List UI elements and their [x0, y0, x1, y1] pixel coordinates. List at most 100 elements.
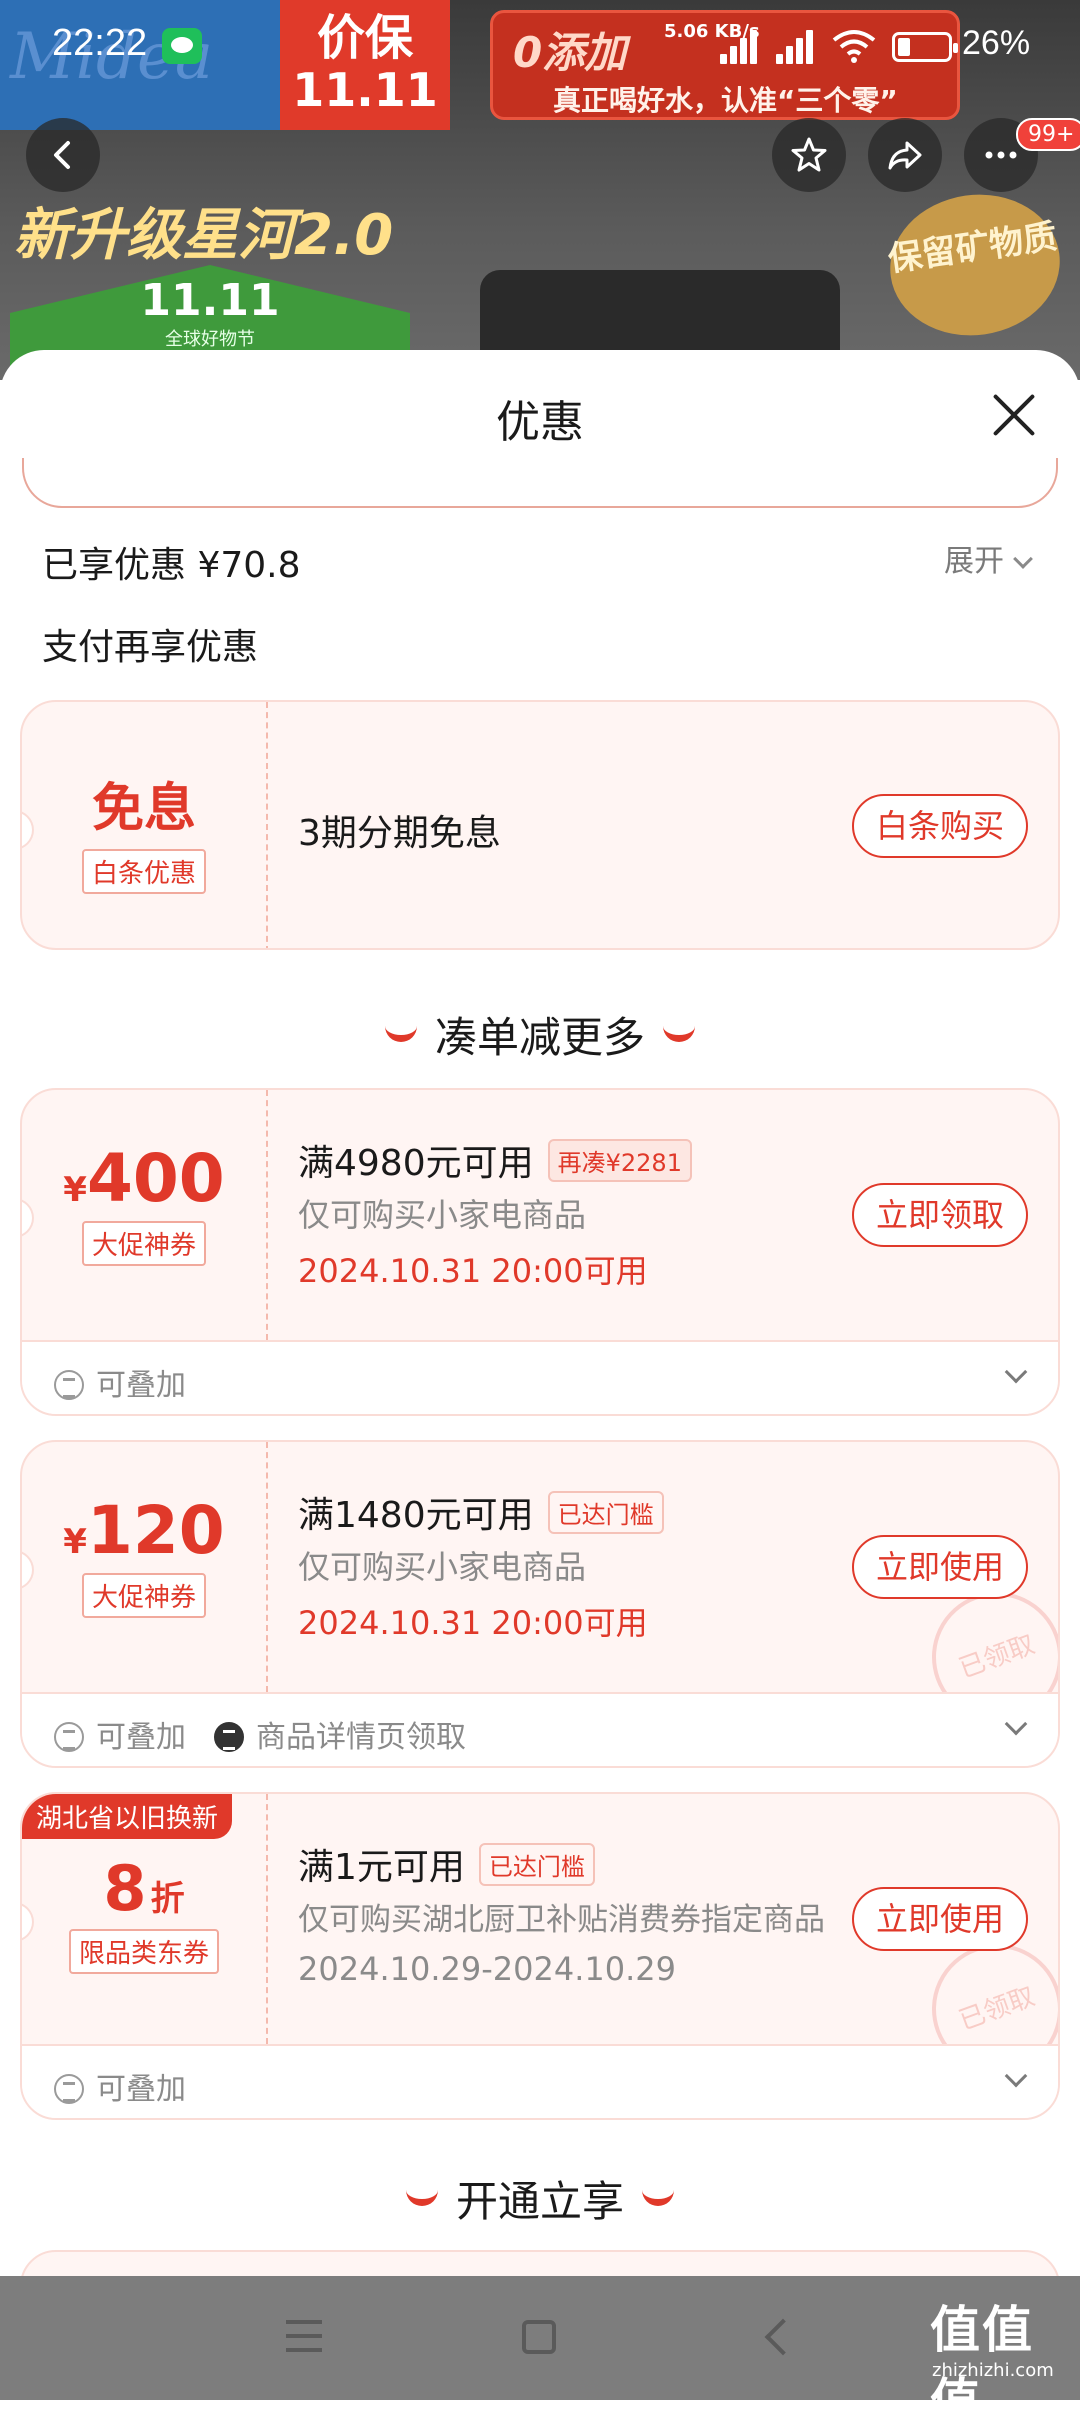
saved-discount-text: 已享优惠 ¥70.8 — [42, 545, 301, 586]
expand-toggle[interactable]: 展开 — [944, 536, 1033, 580]
coupon-main: 满1元可用 已达门槛 仅可购买湖北厨卫补贴消费券指定商品 2024.10.29-2… — [298, 1794, 858, 2044]
card-left: 免息 白条优惠 — [22, 702, 266, 948]
coupon-card: 已领取 ¥120 大促神券 满1480元可用 已达门槛 仅可购买小家电商品 202… — [20, 1440, 1060, 1768]
coupon-badge: 再凑¥2281 — [547, 1139, 692, 1182]
coupon-condition: 满1480元可用 已达门槛 — [298, 1486, 664, 1538]
decor-smile-icon — [663, 1026, 695, 1042]
pay-more-label: 支付再享优惠 — [42, 627, 259, 668]
coupon-left: ¥120 大促神券 — [22, 1442, 266, 1692]
claim-button[interactable]: 立即领取 — [851, 1183, 1028, 1247]
coupon-amount: 400 — [86, 1140, 225, 1217]
message-count-badge: 99+ — [1016, 118, 1080, 151]
coupon-time: 2024.10.31 20:00可用 — [298, 1604, 648, 1642]
system-nav-bar — [0, 2276, 1080, 2400]
star-icon — [791, 137, 827, 172]
condition-text: 满1元可用 — [298, 1847, 465, 1888]
coupon-value: 8折 — [22, 1852, 266, 1925]
coupon-amount: 8 — [103, 1852, 147, 1925]
coupon-scope: 仅可购买湖北厨卫补贴消费券指定商品 — [298, 1902, 825, 1938]
back-icon[interactable] — [764, 2318, 802, 2356]
more-dots-icon — [985, 151, 1017, 159]
section-title-text: 凑单减更多 — [434, 1013, 645, 1062]
status-time: 22:22 — [52, 22, 148, 64]
decor-smile-icon — [384, 1026, 417, 1042]
interest-free-text: 免息 — [91, 779, 196, 839]
coupon-amount: 120 — [86, 1492, 225, 1569]
wifi-icon — [832, 30, 876, 63]
discount-unit: 折 — [150, 1879, 185, 1919]
festival-title: 11.11 — [140, 275, 280, 326]
site-watermark-url: zhizhizhi.com — [932, 2360, 1054, 2381]
status-bar: 22:22 5.06 KB/s 26% — [0, 0, 1080, 96]
menu-icon[interactable] — [286, 2320, 322, 2352]
coupon-value: ¥120 — [22, 1492, 266, 1569]
coupon-tag: 限品类东券 — [68, 1929, 219, 1974]
decor-smile-icon — [405, 2190, 438, 2206]
coupon-footer[interactable]: 可叠加 — [22, 1340, 1058, 1414]
share-icon — [888, 141, 922, 170]
back-button[interactable] — [26, 118, 100, 192]
use-button[interactable]: 立即使用 — [851, 1887, 1028, 1951]
coupon-card: 已领取 湖北省以旧换新 8折 限品类东券 满1元可用 已达门槛 仅可购买湖北厨卫补… — [20, 1792, 1060, 2120]
chevron-down-icon[interactable] — [1004, 2064, 1028, 2088]
coupon-value: ¥400 — [22, 1140, 266, 1217]
baitiao-buy-button[interactable]: 白条购买 — [851, 794, 1028, 858]
coupon-badge: 已达门槛 — [478, 1843, 595, 1886]
discount-sheet: 优惠 已享优惠 ¥70.8 展开 支付再享优惠 免息 白条优惠 3期分期免息 白… — [0, 350, 1080, 2310]
coupon-tag: 大促神券 — [81, 1221, 206, 1266]
card-divider — [266, 702, 268, 948]
stack-icon — [54, 2074, 84, 2104]
favorite-button[interactable] — [772, 118, 846, 192]
expand-label: 展开 — [944, 544, 1004, 579]
coupon-left: ¥400 大促神券 — [22, 1090, 266, 1340]
coupon-scope: 仅可购买小家电商品 — [298, 1196, 587, 1234]
stack-icon — [54, 1722, 84, 1752]
signal-icon — [720, 26, 770, 64]
detail-page-label: 商品详情页领取 — [214, 1712, 466, 1756]
coupon-condition: 满4980元可用 再凑¥2281 — [298, 1134, 692, 1186]
card-divider — [266, 1442, 268, 1692]
mineral-badge: 保留矿物质 — [881, 183, 1069, 347]
section-title-text: 开通立享 — [455, 2177, 624, 2226]
decor-smile-icon — [642, 2190, 674, 2206]
baitiao-card: 免息 白条优惠 3期分期免息 白条购买 — [20, 700, 1060, 950]
sheet-title: 优惠 — [496, 397, 584, 448]
festival-subtitle: 全球好物节 — [165, 329, 255, 350]
coupon-tag: 大促神券 — [81, 1573, 206, 1618]
chevron-down-icon[interactable] — [1004, 1712, 1028, 1736]
battery-icon — [892, 32, 958, 62]
banner-slogan: 新升级星河2.0 — [14, 203, 394, 268]
close-button[interactable] — [990, 392, 1036, 438]
wechat-icon — [162, 28, 202, 64]
collapsed-card-edge — [22, 458, 1058, 508]
home-icon[interactable] — [522, 2320, 556, 2354]
stackable-label: 可叠加 — [54, 1712, 186, 1756]
coupon-card: ¥400 大促神券 满4980元可用 再凑¥2281 仅可购买小家电商品 2024… — [20, 1088, 1060, 1416]
coupon-main: 满4980元可用 再凑¥2281 仅可购买小家电商品 2024.10.31 20:… — [298, 1090, 858, 1340]
battery-percent: 26% — [962, 24, 1031, 62]
ticket-icon — [214, 1722, 244, 1752]
share-button[interactable] — [868, 118, 942, 192]
condition-text: 满1480元可用 — [298, 1495, 534, 1536]
use-button[interactable]: 立即使用 — [851, 1535, 1028, 1599]
coupon-left: 8折 限品类东券 — [22, 1794, 266, 2044]
currency-symbol: ¥ — [63, 1170, 87, 1210]
card-divider — [266, 1090, 268, 1340]
coupon-time: 2024.10.31 20:00可用 — [298, 1252, 648, 1290]
chevron-down-icon[interactable] — [1004, 1360, 1028, 1384]
stackable-label: 可叠加 — [54, 1360, 186, 1404]
back-arrow-icon — [54, 141, 70, 169]
coupon-time: 2024.10.29-2024.10.29 — [298, 1950, 676, 1988]
signal-icon-2 — [776, 26, 826, 64]
section-title-bundle: 凑单减更多 — [0, 1004, 1080, 1065]
chevron-down-icon — [1013, 549, 1033, 569]
coupon-footer[interactable]: 可叠加 — [22, 2044, 1058, 2118]
card-main: 3期分期免息 — [298, 702, 858, 948]
stack-icon — [54, 1370, 84, 1400]
baitiao-tag: 白条优惠 — [81, 849, 206, 894]
coupon-main: 满1480元可用 已达门槛 仅可购买小家电商品 2024.10.31 20:00可… — [298, 1442, 858, 1692]
coupon-footer[interactable]: 可叠加 商品详情页领取 — [22, 1692, 1058, 1766]
card-divider — [266, 1794, 268, 2044]
stackable-label: 可叠加 — [54, 2064, 186, 2108]
condition-text: 满4980元可用 — [298, 1143, 534, 1184]
